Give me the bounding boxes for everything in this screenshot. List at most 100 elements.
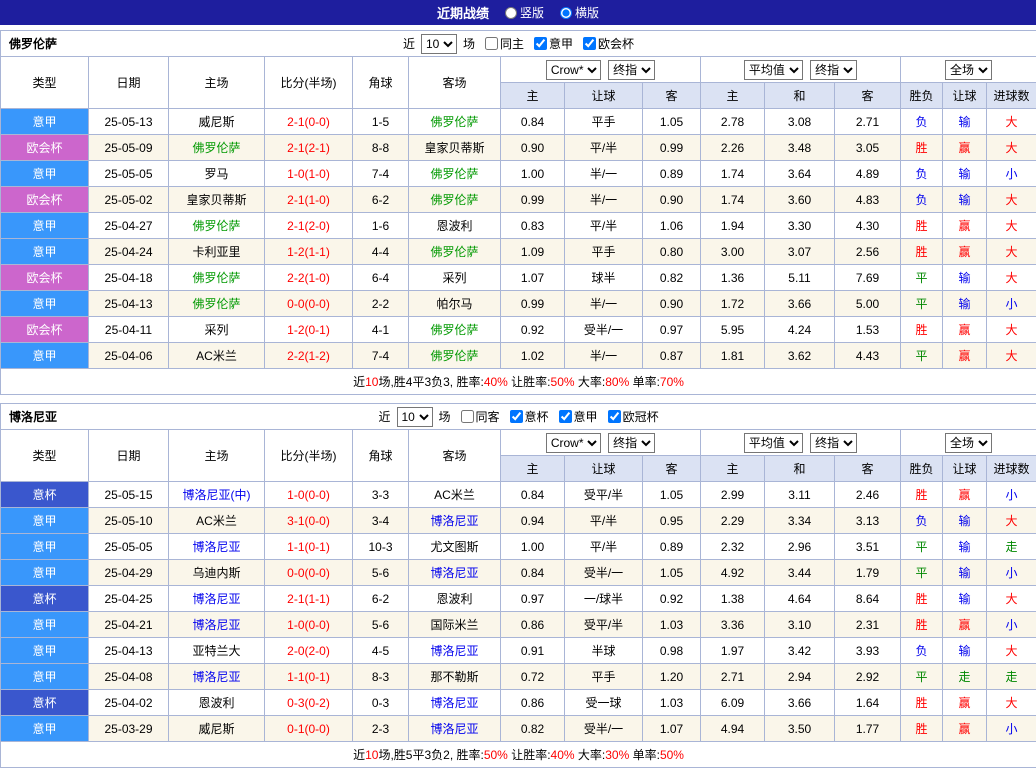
filter-checkbox-input[interactable] [461, 410, 474, 423]
euro-draw-odds-cell: 3.34 [765, 508, 835, 534]
home-team-cell: AC米兰 [169, 343, 265, 369]
date-cell: 25-05-10 [89, 508, 169, 534]
euro-away-odds-cell: 8.64 [835, 586, 901, 612]
filter-checkbox[interactable]: 意甲 [559, 408, 598, 425]
match-row: 意甲25-04-13佛罗伦萨0-0(0-0)2-2帕尔马0.99半/一0.901… [1, 291, 1036, 317]
match-row: 欧会杯25-04-18佛罗伦萨2-2(1-0)6-4采列1.07球半0.821.… [1, 265, 1036, 291]
date-cell: 25-04-13 [89, 291, 169, 317]
filter-checkbox[interactable]: 欧冠杯 [608, 408, 659, 425]
vertical-radio-input[interactable] [505, 7, 517, 19]
asia-home-odds-cell: 0.86 [501, 612, 565, 638]
away-team-cell: 尤文图斯 [409, 534, 501, 560]
scope-select[interactable]: 全场 [945, 433, 992, 453]
match-row: 意甲25-04-13亚特兰大2-0(2-0)4-5博洛尼亚0.91半球0.981… [1, 638, 1036, 664]
euro-away-odds-cell: 1.53 [835, 317, 901, 343]
filter-checkbox-input[interactable] [583, 37, 596, 50]
asia-away-odds-cell: 0.92 [643, 586, 701, 612]
score-cell: 1-2(1-1) [265, 239, 353, 265]
scope-select-cell: 全场 [901, 57, 1036, 83]
handicap-result-cell: 输 [943, 161, 987, 187]
goals-result-cell: 走 [987, 534, 1036, 560]
euro-home-odds-cell: 1.36 [701, 265, 765, 291]
goals-result-cell: 小 [987, 560, 1036, 586]
filter-checkbox-label: 意杯 [525, 408, 549, 425]
asia-handicap-cell: 半/一 [565, 187, 643, 213]
home-team-cell: 乌迪内斯 [169, 560, 265, 586]
match-row: 意甲25-05-10AC米兰3-1(0-0)3-4博洛尼亚0.94平/半0.95… [1, 508, 1036, 534]
home-team-cell: 卡利亚里 [169, 239, 265, 265]
layout-radio-vertical[interactable]: 竖版 [505, 4, 544, 21]
filter-checkbox[interactable]: 意甲 [534, 35, 573, 52]
filter-checkbox-input[interactable] [559, 410, 572, 423]
euro-time-select[interactable]: 终指 [810, 60, 857, 80]
scope-select[interactable]: 全场 [945, 60, 992, 80]
col-header-euro-away: 客 [835, 456, 901, 482]
euro-draw-odds-cell: 5.11 [765, 265, 835, 291]
asia-handicap-cell: 平手 [565, 239, 643, 265]
vertical-radio-label: 竖版 [520, 4, 544, 21]
horizontal-radio-input[interactable] [560, 7, 572, 19]
recent-label-post: 场 [439, 408, 451, 425]
filter-checkbox-input[interactable] [608, 410, 621, 423]
asia-away-odds-cell: 0.89 [643, 534, 701, 560]
home-team-cell: 博洛尼亚 [169, 612, 265, 638]
handicap-result-cell: 输 [943, 638, 987, 664]
euro-home-odds-cell: 3.00 [701, 239, 765, 265]
asia-company-select[interactable]: Crow* [546, 60, 601, 80]
euro-company-select[interactable]: 平均值 [744, 433, 803, 453]
filter-checkbox[interactable]: 意杯 [510, 408, 549, 425]
date-cell: 25-05-15 [89, 482, 169, 508]
asia-away-odds-cell: 0.97 [643, 317, 701, 343]
filter-checkbox[interactable]: 欧会杯 [583, 35, 634, 52]
euro-draw-odds-cell: 3.10 [765, 612, 835, 638]
col-header-corner: 角球 [353, 57, 409, 109]
asia-time-select[interactable]: 终指 [608, 60, 655, 80]
score-cell: 2-1(0-0) [265, 109, 353, 135]
date-cell: 25-03-29 [89, 716, 169, 742]
match-row: 意甲25-04-08博洛尼亚1-1(0-1)8-3那不勒斯0.72平手1.202… [1, 664, 1036, 690]
euro-draw-odds-cell: 3.07 [765, 239, 835, 265]
goals-result-cell: 小 [987, 716, 1036, 742]
filter-checkbox[interactable]: 同主 [485, 35, 524, 52]
asia-time-select[interactable]: 终指 [608, 433, 655, 453]
layout-radio-horizontal[interactable]: 横版 [560, 4, 599, 21]
euro-time-select[interactable]: 终指 [810, 433, 857, 453]
asia-home-odds-cell: 0.99 [501, 291, 565, 317]
euro-home-odds-cell: 1.38 [701, 586, 765, 612]
filter-checkbox-input[interactable] [485, 37, 498, 50]
asia-away-odds-cell: 0.87 [643, 343, 701, 369]
result-cell: 胜 [901, 690, 943, 716]
asia-home-odds-cell: 0.90 [501, 135, 565, 161]
euro-draw-odds-cell: 3.48 [765, 135, 835, 161]
euro-away-odds-cell: 3.13 [835, 508, 901, 534]
home-team-cell: 亚特兰大 [169, 638, 265, 664]
corners-cell: 8-3 [353, 664, 409, 690]
asia-home-odds-cell: 1.00 [501, 161, 565, 187]
match-rows: 意杯25-05-15博洛尼亚(中)1-0(0-0)3-3AC米兰0.84受平/半… [1, 482, 1036, 742]
score-cell: 1-2(0-1) [265, 317, 353, 343]
home-team-cell: 佛罗伦萨 [169, 265, 265, 291]
euro-draw-odds-cell: 3.50 [765, 716, 835, 742]
asia-company-select[interactable]: Crow* [546, 433, 601, 453]
recent-count-select[interactable]: 10 [397, 407, 433, 427]
away-team-cell: 佛罗伦萨 [409, 343, 501, 369]
match-row: 意甲25-04-21博洛尼亚1-0(0-0)5-6国际米兰0.86受平/半1.0… [1, 612, 1036, 638]
asia-handicap-cell: 半/一 [565, 343, 643, 369]
filter-checkbox-label: 欧冠杯 [623, 408, 659, 425]
result-cell: 胜 [901, 317, 943, 343]
filter-checkbox[interactable]: 同客 [461, 408, 500, 425]
filter-checkbox-input[interactable] [510, 410, 523, 423]
asia-away-odds-cell: 1.05 [643, 560, 701, 586]
league-cell: 意甲 [1, 109, 89, 135]
col-header-result: 胜负 [901, 83, 943, 109]
section-header-row: 博洛尼亚 近 10 场 同客意杯意甲欧冠杯 [1, 404, 1036, 430]
col-header-euro-away: 客 [835, 83, 901, 109]
league-cell: 欧会杯 [1, 317, 89, 343]
filter-checkbox-input[interactable] [534, 37, 547, 50]
euro-draw-odds-cell: 4.64 [765, 586, 835, 612]
euro-company-select[interactable]: 平均值 [744, 60, 803, 80]
goals-result-cell: 大 [987, 508, 1036, 534]
date-cell: 25-04-11 [89, 317, 169, 343]
recent-count-select[interactable]: 10 [421, 34, 457, 54]
asia-home-odds-cell: 0.97 [501, 586, 565, 612]
